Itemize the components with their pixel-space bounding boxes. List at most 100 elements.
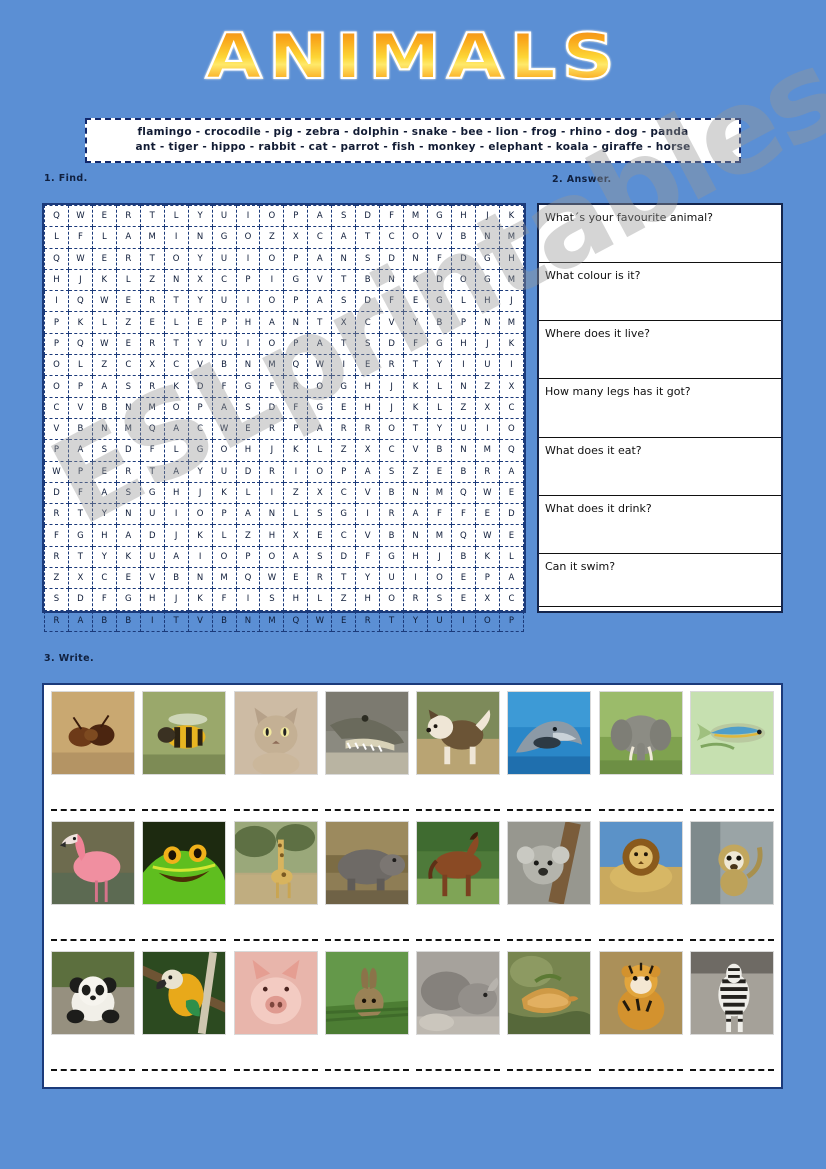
word-search-cell[interactable]: N	[235, 354, 261, 377]
word-search-cell[interactable]: V	[44, 417, 69, 441]
word-search-cell[interactable]: V	[139, 567, 165, 590]
answer-line-hippo[interactable]	[324, 927, 409, 941]
word-search-cell[interactable]: O	[259, 290, 285, 313]
word-search-cell[interactable]: K	[115, 545, 141, 569]
word-search-cell[interactable]: X	[67, 567, 93, 590]
word-search-cell[interactable]: Y	[91, 503, 117, 526]
word-search-cell[interactable]: A	[355, 460, 381, 483]
question-row[interactable]: Can it swim?	[539, 554, 781, 611]
word-search-cell[interactable]: Z	[259, 226, 285, 249]
word-search-cell[interactable]: G	[283, 268, 309, 292]
word-search-cell[interactable]: A	[307, 204, 333, 228]
word-search-cell[interactable]: W	[91, 290, 117, 313]
word-search-cell[interactable]: H	[450, 204, 476, 228]
word-search-cell[interactable]: L	[307, 439, 333, 462]
word-search-cell[interactable]: T	[403, 354, 428, 377]
word-search-cell[interactable]: N	[187, 567, 213, 590]
answer-line-dog[interactable]	[416, 797, 501, 811]
word-search-cell[interactable]: P	[283, 247, 309, 270]
word-search-cell[interactable]: H	[139, 588, 165, 611]
word-search-cell[interactable]: I	[235, 204, 261, 228]
word-search-cell[interactable]: D	[331, 545, 357, 569]
word-search-cell[interactable]: P	[283, 332, 309, 356]
word-search-cell[interactable]: R	[115, 460, 141, 483]
word-search-cell[interactable]: L	[44, 226, 69, 249]
word-search-cell[interactable]: D	[187, 375, 213, 398]
answer-line-pig[interactable]	[233, 1057, 318, 1071]
word-search-cell[interactable]: W	[44, 460, 69, 483]
word-search-cell[interactable]: C	[163, 354, 189, 377]
word-search-cell[interactable]: M	[474, 439, 500, 462]
word-search-cell[interactable]: K	[498, 332, 525, 356]
word-search-cell[interactable]: B	[115, 609, 141, 632]
word-search-cell[interactable]: N	[403, 524, 428, 547]
answer-line-frog[interactable]	[142, 927, 227, 941]
word-search-cell[interactable]: M	[403, 204, 428, 228]
word-search-cell[interactable]: Q	[67, 332, 93, 356]
answer-line-crocodile[interactable]	[324, 797, 409, 811]
word-search-cell[interactable]: V	[379, 311, 405, 334]
word-search-cell[interactable]: G	[474, 247, 500, 270]
word-search-cell[interactable]: O	[259, 204, 285, 228]
word-search-cell[interactable]: M	[498, 311, 525, 334]
word-search-cell[interactable]: P	[67, 460, 93, 483]
word-search-cell[interactable]: O	[163, 396, 189, 419]
word-search-cell[interactable]: Z	[474, 375, 500, 398]
word-search-cell[interactable]: E	[403, 290, 428, 313]
word-search-cell[interactable]: J	[67, 268, 93, 292]
answer-line-horse[interactable]	[416, 927, 501, 941]
word-search-cell[interactable]: G	[187, 439, 213, 462]
word-search-cell[interactable]: T	[379, 609, 405, 632]
word-search-cell[interactable]: Y	[427, 417, 452, 441]
word-search-cell[interactable]: X	[355, 439, 381, 462]
word-search-cell[interactable]: C	[115, 354, 141, 377]
word-search-cell[interactable]: S	[307, 545, 333, 569]
word-search-cell[interactable]: E	[498, 481, 525, 505]
word-search-cell[interactable]: K	[163, 375, 189, 398]
word-search-cell[interactable]: I	[235, 588, 261, 611]
word-search-cell[interactable]: B	[379, 524, 405, 547]
word-search-cell[interactable]: N	[403, 247, 428, 270]
word-search-cell[interactable]: H	[163, 481, 189, 505]
word-search-cell[interactable]: E	[235, 417, 261, 441]
word-search-cell[interactable]: A	[91, 375, 117, 398]
word-search-cell[interactable]: I	[331, 354, 357, 377]
word-search-cell[interactable]: L	[67, 354, 93, 377]
word-search-cell[interactable]: Q	[498, 439, 525, 462]
word-search-cell[interactable]: Y	[91, 545, 117, 569]
word-search-cell[interactable]: I	[259, 481, 285, 505]
word-search-cell[interactable]: X	[139, 354, 165, 377]
question-row[interactable]: How many legs has it got?	[539, 379, 781, 438]
word-search-cell[interactable]: W	[91, 332, 117, 356]
word-search-cell[interactable]: T	[67, 545, 93, 569]
word-search-cell[interactable]: O	[307, 460, 333, 483]
word-search-cell[interactable]: E	[450, 567, 476, 590]
word-search-cell[interactable]: T	[67, 503, 93, 526]
word-search-cell[interactable]: Q	[283, 609, 309, 632]
word-search-cell[interactable]: T	[139, 204, 165, 228]
question-row[interactable]: What does it drink?	[539, 496, 781, 554]
word-search-cell[interactable]: N	[259, 503, 285, 526]
word-search-cell[interactable]: R	[355, 609, 381, 632]
answer-line-zebra[interactable]	[689, 1057, 774, 1071]
word-search-cell[interactable]: N	[379, 268, 405, 292]
word-search-cell[interactable]: F	[283, 396, 309, 419]
word-search-cell[interactable]: Y	[187, 247, 213, 270]
word-search-cell[interactable]: D	[259, 396, 285, 419]
word-search-cell[interactable]: B	[355, 268, 381, 292]
word-search-cell[interactable]: G	[427, 332, 452, 356]
word-search-cell[interactable]: O	[259, 247, 285, 270]
answer-line-fish[interactable]	[689, 797, 774, 811]
word-search-cell[interactable]: N	[91, 417, 117, 441]
word-search-cell[interactable]: L	[163, 311, 189, 334]
word-search-cell[interactable]: V	[187, 354, 213, 377]
word-search-cell[interactable]: A	[163, 417, 189, 441]
word-search-cell[interactable]: C	[498, 396, 525, 419]
word-search-cell[interactable]: I	[44, 290, 69, 313]
word-search-cell[interactable]: W	[259, 567, 285, 590]
word-search-cell[interactable]: Z	[139, 268, 165, 292]
word-search-cell[interactable]: S	[115, 375, 141, 398]
word-search-cell[interactable]: P	[450, 311, 476, 334]
word-search-cell[interactable]: O	[450, 268, 476, 292]
word-search-cell[interactable]: I	[235, 247, 261, 270]
